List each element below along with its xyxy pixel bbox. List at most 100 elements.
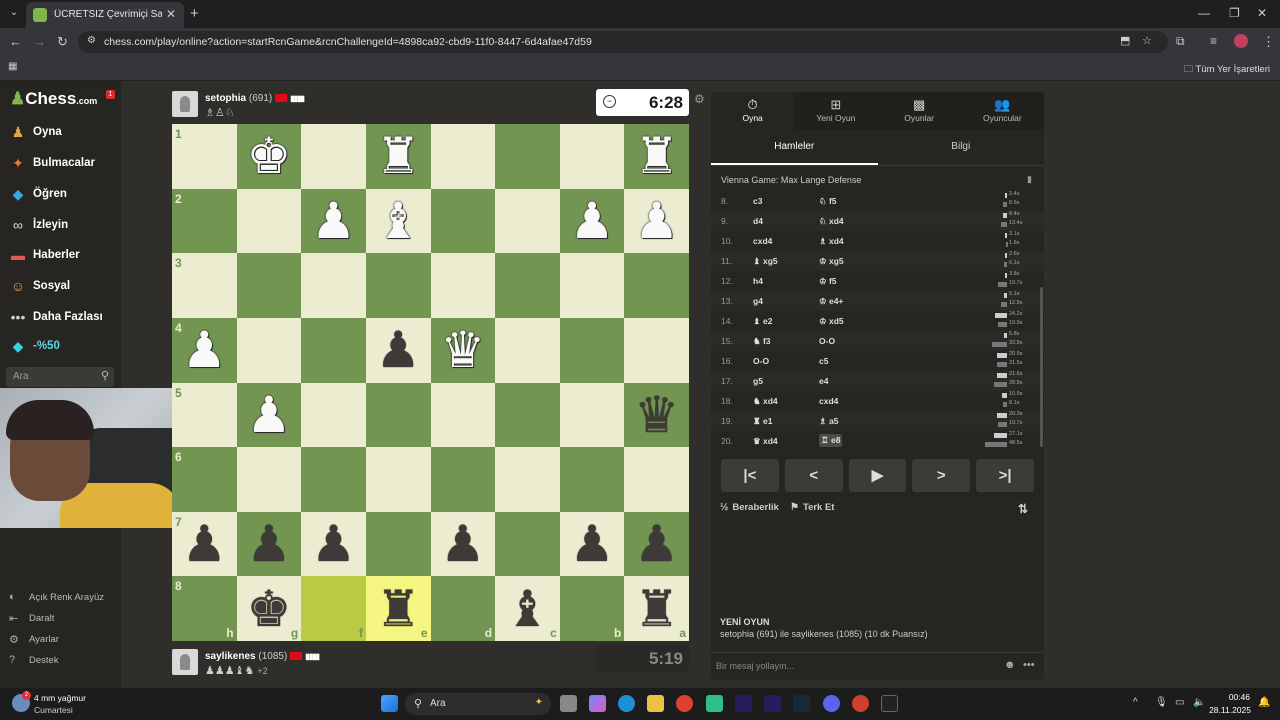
white-move[interactable]: ♜ e1 (753, 416, 772, 427)
after-effects-icon[interactable] (735, 695, 752, 712)
board-square[interactable] (301, 447, 366, 512)
bottom-player-name[interactable]: saylikenes (1085) ▮▮▮▮ (205, 651, 320, 662)
white-pawn-icon[interactable]: ♟ (172, 318, 237, 383)
white-queen-icon[interactable]: ♛ (431, 318, 496, 383)
apps-grid-icon[interactable]: ▦ (8, 61, 17, 72)
white-rook-icon[interactable]: ♜ (366, 124, 431, 189)
black-bishop-icon[interactable]: ♝ (495, 576, 560, 641)
tab-close-icon[interactable]: ✕ (166, 7, 176, 21)
sidebar-search-input[interactable]: Ara ⚲ (6, 367, 114, 387)
board-square[interactable]: ♛ (624, 382, 689, 448)
board-square[interactable] (365, 253, 431, 318)
black-move[interactable]: c5 (819, 356, 828, 366)
board-square[interactable] (495, 253, 560, 318)
board-square[interactable]: b (559, 576, 625, 641)
board-square[interactable]: 6 (172, 447, 237, 512)
first-move-button[interactable]: |< (721, 459, 779, 492)
white-bishop-icon[interactable]: ♝ (366, 189, 431, 254)
taskbar-search[interactable]: ⚲ Ara ✦ (405, 693, 551, 715)
copilot-icon[interactable] (589, 695, 606, 712)
last-move-button[interactable]: >| (976, 459, 1034, 492)
white-move[interactable]: g4 (753, 296, 763, 306)
reload-icon[interactable]: ↻ (57, 34, 68, 50)
board-square[interactable] (559, 124, 625, 189)
resign-button[interactable]: ⚑ Terk Et (790, 502, 834, 513)
black-pawn-icon[interactable]: ♟ (301, 512, 366, 577)
board-square[interactable]: ♟ (430, 511, 496, 577)
install-app-icon[interactable]: ⬒ (1120, 34, 1130, 47)
tab-games[interactable]: ▩ Oyunlar (878, 92, 961, 130)
sidebar-light-theme[interactable]: ◐ Açık Renk Arayüz (9, 589, 104, 605)
board-square[interactable] (495, 188, 560, 254)
sidebar-collapse[interactable]: ⇤ Daralt (9, 610, 54, 626)
board-square[interactable]: g ♚ (236, 576, 302, 641)
board-square[interactable] (624, 253, 689, 318)
sidebar-item-watch[interactable]: ∞ İzleyin (8, 214, 68, 236)
all-bookmarks-folder[interactable]: 🗀 Tüm Yer İşaretleri (1184, 62, 1270, 78)
black-move[interactable]: ♘ xd4 (819, 216, 844, 227)
white-move[interactable]: ♞ xd4 (753, 396, 778, 407)
board-square[interactable] (559, 447, 625, 512)
board-square[interactable]: ♟ (559, 511, 625, 577)
board-square[interactable]: ♜ (624, 124, 689, 189)
black-rook-icon[interactable]: ♜ (366, 576, 431, 641)
board-square[interactable] (365, 447, 431, 512)
white-move[interactable]: d4 (753, 216, 763, 226)
board-square[interactable] (430, 253, 496, 318)
profile-avatar-icon[interactable] (1234, 34, 1248, 48)
move-list-scrollbar[interactable] (1040, 287, 1043, 447)
black-pawn-icon[interactable]: ♟ (624, 512, 689, 577)
tab-play[interactable]: ⏱ Oyna (711, 92, 795, 130)
tab-moves[interactable]: Hamleler (711, 130, 878, 165)
board-square[interactable] (301, 253, 366, 318)
board-square[interactable] (495, 124, 560, 189)
extensions-icon[interactable]: ⧉ (1176, 34, 1185, 49)
black-move[interactable]: cxd4 (819, 396, 838, 406)
sidebar-support[interactable]: ? Destek (9, 652, 59, 668)
black-move[interactable]: O-O (819, 336, 835, 346)
board-square[interactable] (624, 447, 689, 512)
microphone-icon[interactable]: 🎙 (1155, 697, 1168, 708)
sidebar-item-premium[interactable]: ◆ -%50 (8, 335, 60, 357)
white-pawn-icon[interactable]: ♟ (237, 383, 302, 448)
black-pawn-icon[interactable]: ♟ (560, 512, 625, 577)
black-king-icon[interactable]: ♚ (237, 576, 302, 641)
top-player-name[interactable]: setophia (691) ▮▮▮▮ (205, 93, 305, 104)
white-pawn-icon[interactable]: ♟ (301, 189, 366, 254)
white-move[interactable]: ♝ e2 (753, 316, 772, 327)
board-square[interactable]: ♛ (430, 317, 496, 383)
board-square[interactable]: ♟ (236, 382, 302, 448)
board-square[interactable]: ♟ (624, 188, 689, 254)
minimize-icon[interactable]: — (1198, 6, 1210, 20)
board-square[interactable]: 8h (172, 576, 237, 641)
clock-date[interactable]: 28.11.2025 (1209, 705, 1251, 715)
board-square[interactable] (236, 317, 302, 383)
board-square[interactable] (365, 382, 431, 448)
board-square[interactable] (430, 447, 496, 512)
black-move[interactable]: e4 (819, 376, 828, 386)
chess-logo[interactable]: ♟Chess.com (10, 89, 97, 109)
volume-icon[interactable]: 🔈 (1193, 697, 1205, 708)
bookmark-star-icon[interactable]: ☆ (1142, 34, 1152, 47)
draw-button[interactable]: ½ Beraberlik (720, 502, 779, 513)
board-square[interactable] (624, 317, 689, 383)
tab-new-game[interactable]: ⊞ Yeni Oyun (794, 92, 877, 130)
board-square[interactable] (495, 447, 560, 512)
black-move[interactable]: ♔ e4+ (819, 296, 843, 307)
board-square[interactable]: 4 ♟ (172, 317, 237, 383)
close-window-icon[interactable]: ✕ (1257, 6, 1267, 20)
address-bar[interactable]: ⚙ chess.com/play/online?action=startRcnG… (78, 31, 1168, 53)
more-options-icon[interactable]: ••• (1023, 659, 1035, 671)
white-move[interactable]: cxd4 (753, 236, 772, 246)
sidebar-item-social[interactable]: ☺ Sosyal (8, 275, 70, 297)
board-square[interactable]: f (301, 576, 366, 641)
board-square[interactable]: c ♝ (495, 576, 560, 641)
white-king-icon[interactable]: ♚ (237, 124, 302, 189)
board-square[interactable]: 1 (172, 124, 237, 189)
file-explorer-icon[interactable] (647, 695, 664, 712)
board-square[interactable]: 2 (172, 188, 237, 254)
site-info-icon[interactable]: ⚙ (87, 35, 96, 46)
notification-badge[interactable]: 1 (106, 90, 115, 99)
board-square[interactable] (559, 382, 625, 448)
tab-search-icon[interactable]: ⌄ (6, 5, 22, 21)
